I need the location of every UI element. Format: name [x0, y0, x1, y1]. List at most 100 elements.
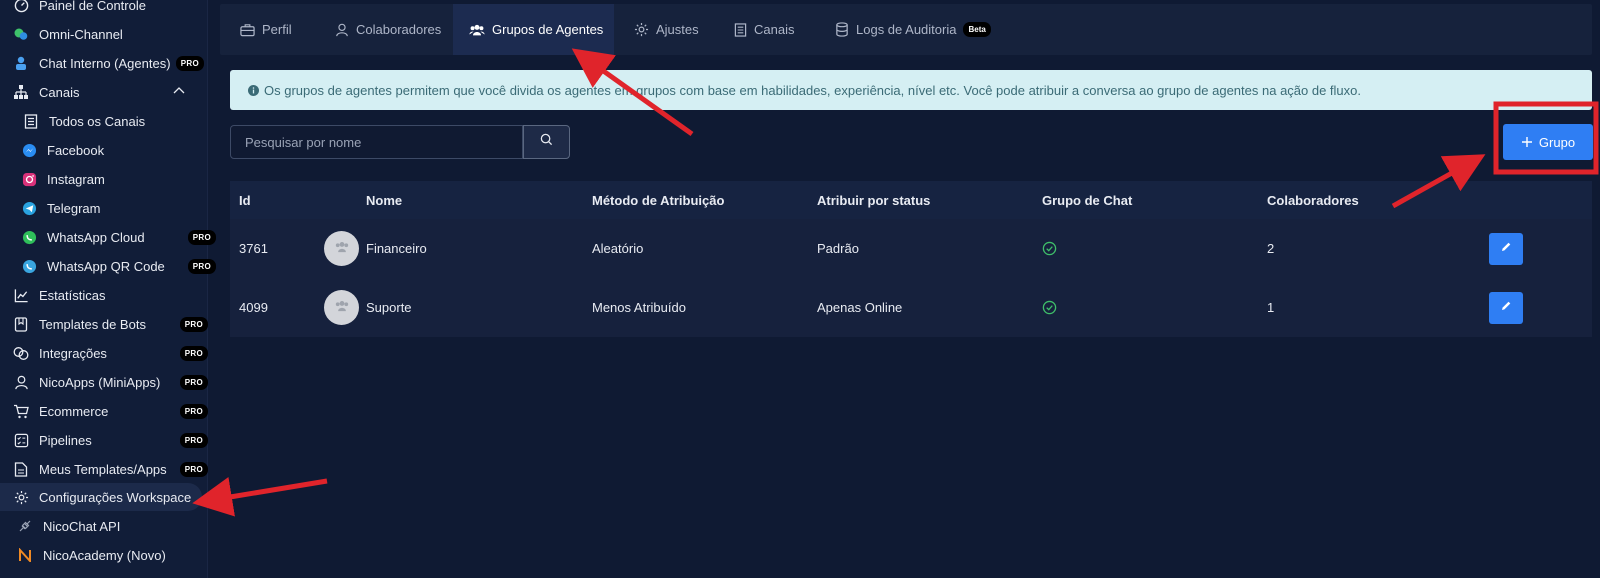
messenger-icon [20, 141, 38, 159]
sidebar-item-templates-bots[interactable]: Templates de Bots PRO [12, 310, 216, 338]
sidebar-item-label: Canais [39, 84, 80, 100]
sidebar-item-meus-templates[interactable]: Meus Templates/Apps PRO [12, 455, 216, 483]
table-row: 4099 Suporte Menos Atribuído Apenas Onli… [230, 278, 1592, 337]
sidebar-item-label: NicoApps (MiniApps) [39, 374, 161, 390]
header-nome: Nome [366, 192, 403, 208]
edit-button[interactable] [1489, 233, 1523, 265]
list-icon [22, 112, 40, 130]
tab-logs-de-auditoria[interactable]: Logs de Auditoria Beta [815, 4, 1005, 55]
header-metodo: Método de Atribuição [592, 192, 725, 208]
tab-perfil[interactable]: Perfil [220, 4, 315, 55]
group-avatar [324, 231, 359, 266]
integration-icon [12, 344, 30, 362]
beta-badge: Beta [963, 22, 991, 37]
chevron-up-icon[interactable] [172, 84, 186, 101]
sidebar-item-painel[interactable]: Painel de Controle [12, 0, 216, 19]
cart-icon [12, 402, 30, 420]
sidebar-item-label: WhatsApp QR Code [47, 258, 165, 274]
cell-colaboradores: 1 [1267, 300, 1275, 315]
info-alert: Os grupos de agentes permitem que você d… [230, 70, 1592, 110]
tab-canais[interactable]: Canais [714, 4, 810, 55]
table-row: 3761 Financeiro Aleatório Padrão 2 [230, 219, 1592, 278]
settings-tabs: Perfil Colaboradores Grupos de Agentes A… [220, 4, 1592, 55]
sidebar-item-label: Painel de Controle [39, 0, 146, 13]
tab-label: Canais [754, 22, 795, 37]
sidebar-item-label: NicoChat API [43, 518, 121, 534]
agent-icon [12, 54, 30, 72]
gear-icon [12, 488, 30, 506]
search-button[interactable] [522, 125, 570, 159]
sidebar-item-telegram[interactable]: Telegram [20, 194, 224, 222]
sidebar-item-nicochat-api[interactable]: NicoChat API [16, 512, 220, 540]
sidebar-item-label: Pipelines [39, 432, 92, 448]
sidebar-item-nicoapps[interactable]: NicoApps (MiniApps) PRO [12, 368, 216, 396]
header-id: Id [239, 192, 251, 208]
sidebar-item-canais[interactable]: Canais [12, 78, 216, 106]
sidebar-item-integracoes[interactable]: Integrações PRO [12, 339, 216, 367]
cell-id: 3761 [239, 241, 268, 256]
pro-badge: PRO [179, 462, 208, 477]
sidebar-item-pipelines[interactable]: Pipelines PRO [12, 426, 216, 454]
briefcase-icon [240, 23, 255, 37]
cell-id: 4099 [239, 300, 268, 315]
sitemap-icon [12, 83, 30, 101]
tab-colaboradores[interactable]: Colaboradores [315, 4, 449, 55]
tab-label: Grupos de Agentes [492, 22, 604, 37]
instagram-icon [20, 170, 38, 188]
sidebar-item-estatisticas[interactable]: Estatísticas [12, 281, 216, 309]
sidebar-item-label: Chat Interno (Agentes) [39, 55, 171, 71]
sidebar-item-label: WhatsApp Cloud [47, 229, 145, 245]
sidebar-item-configuracoes-workspace[interactable]: Configurações Workspace [0, 483, 202, 511]
users-icon [334, 240, 350, 258]
tab-grupos-de-agentes[interactable]: Grupos de Agentes [453, 4, 614, 55]
n-logo-icon [16, 546, 34, 564]
sidebar-item-facebook[interactable]: Facebook [20, 136, 224, 164]
table-header: Id Nome Método de Atribuição Atribuir po… [230, 181, 1592, 219]
plus-icon [1521, 136, 1533, 148]
sidebar-item-ecommerce[interactable]: Ecommerce PRO [12, 397, 216, 425]
tab-label: Colaboradores [356, 22, 442, 37]
sidebar-item-label: Meus Templates/Apps [39, 461, 167, 477]
sidebar-item-label: Instagram [47, 171, 105, 187]
main-content: Perfil Colaboradores Grupos de Agentes A… [208, 0, 1600, 578]
sidebar-item-label: Omni-Channel [39, 26, 123, 42]
edit-button[interactable] [1489, 292, 1523, 324]
sidebar: Painel de Controle Omni-Channel Chat Int… [0, 0, 216, 578]
pro-badge: PRO [179, 404, 208, 419]
sidebar-item-label: Configurações Workspace [39, 489, 192, 505]
tab-ajustes[interactable]: Ajustes [614, 4, 714, 55]
whatsapp-qr-icon [20, 257, 38, 275]
add-group-label: Grupo [1538, 134, 1576, 150]
chat-bubbles-icon [12, 25, 30, 43]
header-status: Atribuir por status [817, 192, 931, 208]
check-icon [1042, 278, 1057, 337]
sidebar-item-label: Integrações [39, 345, 107, 361]
cell-status: Padrão [817, 241, 859, 256]
whatsapp-icon [20, 228, 38, 246]
sidebar-item-nicoacademy[interactable]: NicoAcademy (Novo) [16, 541, 220, 569]
pro-badge: PRO [179, 346, 208, 361]
sidebar-item-label: Estatísticas [39, 287, 106, 303]
sidebar-item-omni[interactable]: Omni-Channel [12, 20, 216, 48]
search-icon [540, 133, 553, 151]
plug-icon [16, 517, 34, 535]
sidebar-item-todos-canais[interactable]: Todos os Canais [22, 107, 226, 135]
sidebar-item-label: Ecommerce [39, 403, 109, 419]
sidebar-item-label: Todos os Canais [49, 113, 146, 129]
sidebar-item-label: NicoAcademy (Novo) [43, 547, 166, 563]
tab-label: Logs de Auditoria [856, 22, 957, 37]
sidebar-item-whatsapp-qr[interactable]: WhatsApp QR Code PRO [20, 252, 224, 280]
pro-badge: PRO [175, 56, 204, 71]
add-group-button[interactable]: Grupo [1503, 124, 1593, 160]
cell-colaboradores: 2 [1267, 241, 1275, 256]
chart-icon [12, 286, 30, 304]
info-text: Os grupos de agentes permitem que você d… [264, 82, 1362, 98]
header-colaboradores: Colaboradores [1267, 192, 1359, 208]
search-input[interactable] [230, 125, 523, 159]
sidebar-item-chat-interno[interactable]: Chat Interno (Agentes) PRO [12, 49, 216, 77]
agent-groups-table: Id Nome Método de Atribuição Atribuir po… [230, 181, 1592, 337]
pro-badge: PRO [179, 433, 208, 448]
sidebar-item-instagram[interactable]: Instagram [20, 165, 224, 193]
users-icon [334, 299, 350, 317]
sidebar-item-whatsapp-cloud[interactable]: WhatsApp Cloud PRO [20, 223, 224, 251]
